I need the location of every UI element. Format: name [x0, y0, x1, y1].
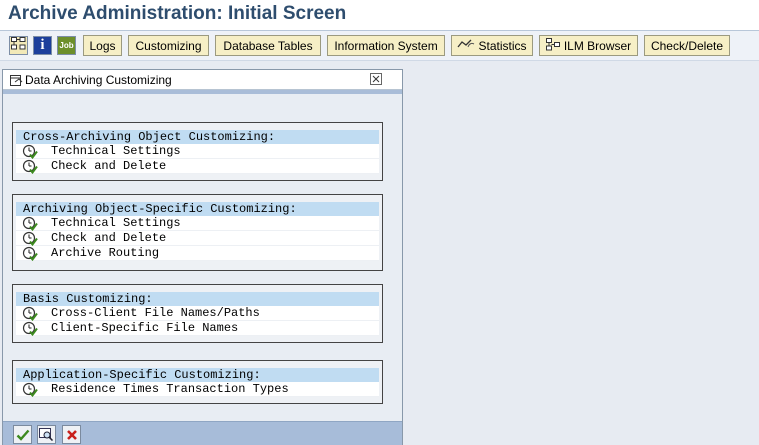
statistics-label: Statistics — [478, 38, 527, 53]
close-icon — [372, 75, 380, 83]
execute-clock-icon — [22, 246, 38, 262]
close-dialog-button[interactable] — [370, 73, 382, 85]
logs-button[interactable]: Logs — [83, 35, 122, 56]
list-item[interactable]: Residence Times Transaction Types — [16, 382, 379, 398]
application-specific-group: Application-Specific Customizing: Reside… — [12, 360, 383, 404]
statistics-icon — [457, 38, 475, 53]
execute-clock-icon — [22, 216, 38, 232]
dialog-header: Data Archiving Customizing — [3, 70, 402, 90]
list-item[interactable]: Check and Delete — [16, 231, 379, 247]
list-item-label: Archive Routing — [51, 246, 160, 260]
object-specific-group: Archiving Object-Specific Customizing: T… — [12, 194, 383, 271]
job-button[interactable]: Job — [57, 36, 76, 55]
list-item-label: Cross-Client File Names/Paths — [51, 306, 260, 320]
info-icon: i — [40, 37, 45, 53]
dialog-header-strip — [3, 90, 402, 94]
ilm-browser-label: ILM Browser — [563, 38, 632, 53]
data-archiving-customizing-dialog: Data Archiving Customizing Cross-Archivi… — [2, 69, 403, 445]
list-item-label: Residence Times Transaction Types — [51, 382, 289, 396]
list-item[interactable]: Technical Settings — [16, 144, 379, 160]
list-item[interactable]: Archive Routing — [16, 246, 379, 262]
database-tables-button[interactable]: Database Tables — [215, 35, 321, 56]
group-heading: Cross-Archiving Object Customizing: — [16, 130, 379, 144]
list-item[interactable]: Cross-Client File Names/Paths — [16, 306, 379, 322]
execute-clock-icon — [22, 159, 38, 175]
list-item[interactable]: Technical Settings — [16, 216, 379, 232]
info-button[interactable]: i — [33, 36, 52, 55]
list-item-label: Technical Settings — [51, 144, 181, 158]
statistics-button[interactable]: Statistics — [451, 35, 533, 56]
list-item-label: Check and Delete — [51, 159, 167, 173]
cross-archiving-group: Cross-Archiving Object Customizing: Tech… — [12, 122, 383, 181]
check-delete-button[interactable]: Check/Delete — [644, 35, 730, 56]
application-toolbar: i Job Logs Customizing Database Tables I… — [0, 31, 759, 61]
cancel-button[interactable] — [62, 425, 81, 444]
title-bar: Archive Administration: Initial Screen — [0, 0, 759, 31]
list-item-label: Check and Delete — [51, 231, 167, 245]
execute-clock-icon — [22, 382, 38, 398]
cancel-icon — [66, 429, 77, 440]
list-item-label: Client-Specific File Names — [51, 321, 239, 335]
hierarchy-button[interactable] — [9, 36, 28, 55]
page-title: Archive Administration: Initial Screen — [8, 3, 347, 24]
ilm-icon — [545, 37, 561, 54]
group-heading: Archiving Object-Specific Customizing: — [16, 202, 379, 216]
list-item[interactable]: Client-Specific File Names — [16, 321, 379, 337]
customizing-button[interactable]: Customizing — [128, 35, 209, 56]
execute-clock-icon — [22, 231, 38, 247]
execute-clock-icon — [22, 306, 38, 322]
information-system-button[interactable]: Information System — [327, 35, 445, 56]
ilm-browser-button[interactable]: ILM Browser — [539, 35, 638, 56]
execute-clock-icon — [22, 144, 38, 160]
group-heading: Basis Customizing: — [16, 292, 379, 306]
list-item-label: Technical Settings — [51, 216, 181, 230]
basis-customizing-group: Basis Customizing: Cross-Client File Nam… — [12, 284, 383, 343]
find-button[interactable] — [37, 425, 56, 444]
dialog-title: Data Archiving Customizing — [25, 73, 172, 87]
continue-check-icon — [16, 429, 29, 441]
find-icon — [39, 428, 54, 441]
hierarchy-icon — [11, 36, 26, 55]
job-icon: Job — [59, 41, 74, 50]
continue-button[interactable] — [13, 425, 32, 444]
list-item[interactable]: Check and Delete — [16, 159, 379, 175]
execute-clock-icon — [22, 321, 38, 337]
dialog-footer — [3, 421, 402, 445]
group-heading: Application-Specific Customizing: — [16, 368, 379, 382]
